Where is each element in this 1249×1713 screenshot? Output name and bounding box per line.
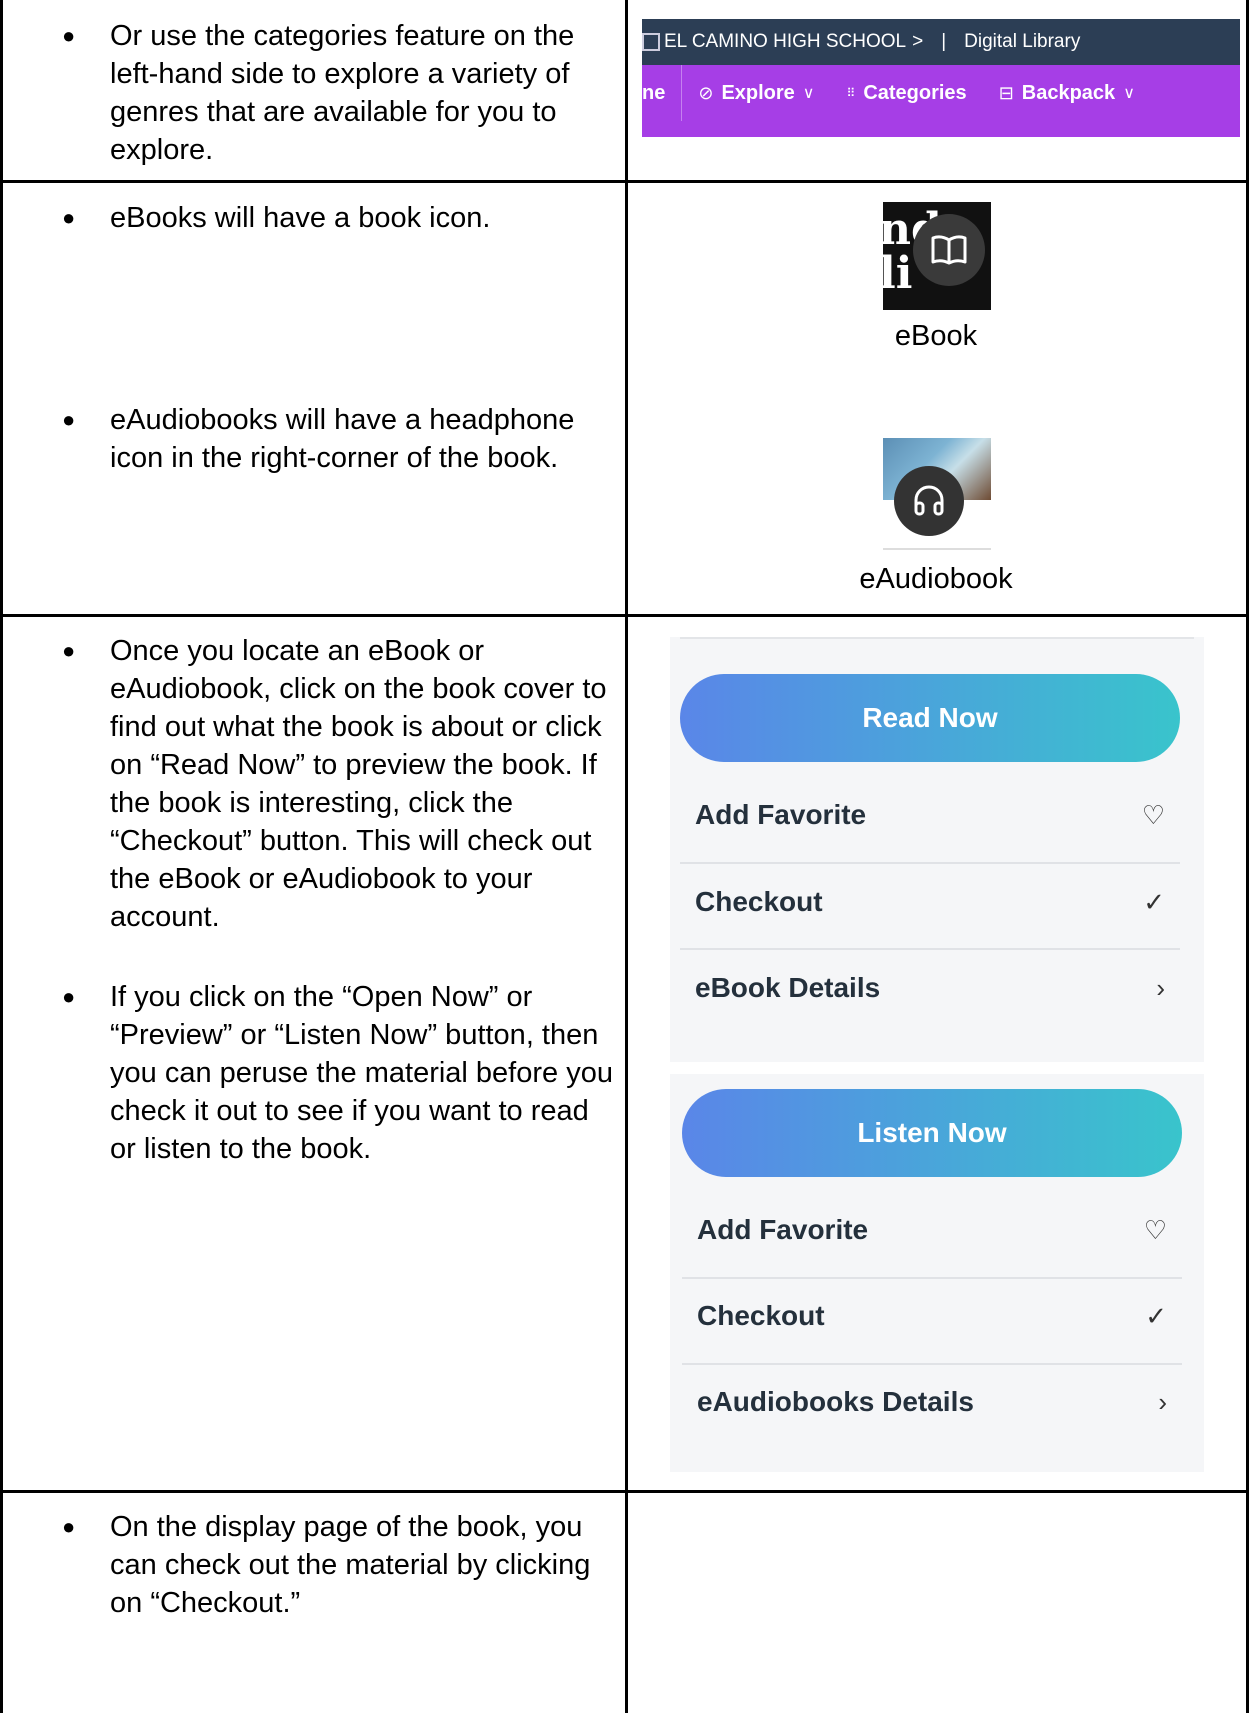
compass-icon: ⊘ (698, 82, 714, 103)
navbar-bottom: ne ⊘ Explore ∨ ⠿ Categories ⊟ Backpack ∨ (642, 65, 1240, 137)
ebook-details-button[interactable]: eBook Details › (695, 945, 1165, 1031)
instruction-cell: Or use the categories feature on the lef… (62, 17, 612, 213)
chevron-right-icon: › (1156, 972, 1165, 1003)
listen-now-button[interactable]: Listen Now (682, 1089, 1182, 1177)
eaudiobook-label: eAudiobook (859, 563, 1013, 595)
instruction-bullet: eBooks will have a book icon. (62, 199, 612, 237)
instruction-cell: On the display page of the book, you can… (62, 1508, 612, 1666)
instruction-bullet: Once you locate an eBook or eAudiobook, … (62, 632, 622, 936)
instruction-bullet: If you click on the “Open Now” or “Previ… (62, 978, 622, 1168)
instruction-cell: eBooks will have a book icon. eAudiobook… (62, 199, 612, 521)
table-row-divider (0, 1490, 1249, 1493)
chevron-right-icon: > (912, 31, 924, 52)
table-border-left (0, 0, 3, 1713)
chevron-down-icon: ∨ (1123, 85, 1135, 102)
instruction-bullet: On the display page of the book, you can… (62, 1508, 612, 1622)
cover-divider (883, 548, 991, 550)
eaudiobooks-details-button[interactable]: eAudiobooks Details › (697, 1359, 1167, 1445)
read-now-button[interactable]: Read Now (680, 674, 1180, 762)
table-row-divider (0, 614, 1249, 617)
nav-categories[interactable]: ⠿ Categories (831, 65, 983, 121)
chevron-right-icon: › (1158, 1386, 1167, 1417)
grid-icon: ⠿ (846, 86, 856, 100)
add-favorite-button[interactable]: Add Favorite ♡ (697, 1187, 1167, 1273)
check-icon: ✓ (1143, 886, 1165, 917)
library-navbar-screenshot: EL CAMINO HIGH SCHOOL > | Digital Librar… (642, 19, 1240, 137)
add-favorite-button[interactable]: Add Favorite ♡ (695, 772, 1165, 858)
heart-icon: ♡ (1141, 799, 1165, 830)
school-link[interactable]: EL CAMINO HIGH SCHOOL (664, 31, 906, 53)
panel-top-rule (680, 637, 1194, 639)
ebook-action-panel: Read Now Add Favorite ♡ Checkout ✓ eBook… (670, 637, 1204, 1062)
check-icon: ✓ (1145, 1300, 1167, 1331)
navbar-top: EL CAMINO HIGH SCHOOL > | Digital Librar… (642, 19, 1240, 65)
headphone-icon (894, 466, 964, 536)
ebook-label: eBook (894, 320, 978, 352)
nav-home[interactable]: ne (642, 65, 683, 121)
breadcrumb-separator: | (941, 31, 947, 52)
nav-explore[interactable]: ⊘ Explore ∨ (682, 65, 830, 121)
checkout-button[interactable]: Checkout ✓ (695, 859, 1165, 945)
backpack-icon: ⊟ (998, 82, 1014, 103)
book-icon (913, 214, 985, 286)
instruction-cell: Once you locate an eBook or eAudiobook, … (62, 632, 622, 1212)
table-border-middle (625, 0, 628, 1713)
instruction-bullet: eAudiobooks will have a headphone icon i… (62, 401, 612, 477)
digital-library-link[interactable]: Digital Library (964, 31, 1080, 53)
checkout-button[interactable]: Checkout ✓ (697, 1273, 1167, 1359)
chevron-down-icon: ∨ (802, 85, 815, 102)
eaudiobook-action-panel: Listen Now Add Favorite ♡ Checkout ✓ eAu… (670, 1074, 1204, 1472)
nav-backpack[interactable]: ⊟ Backpack ∨ (983, 65, 1151, 121)
school-icon (642, 33, 660, 51)
instruction-bullet: Or use the categories feature on the lef… (62, 17, 612, 169)
heart-icon: ♡ (1143, 1214, 1167, 1245)
